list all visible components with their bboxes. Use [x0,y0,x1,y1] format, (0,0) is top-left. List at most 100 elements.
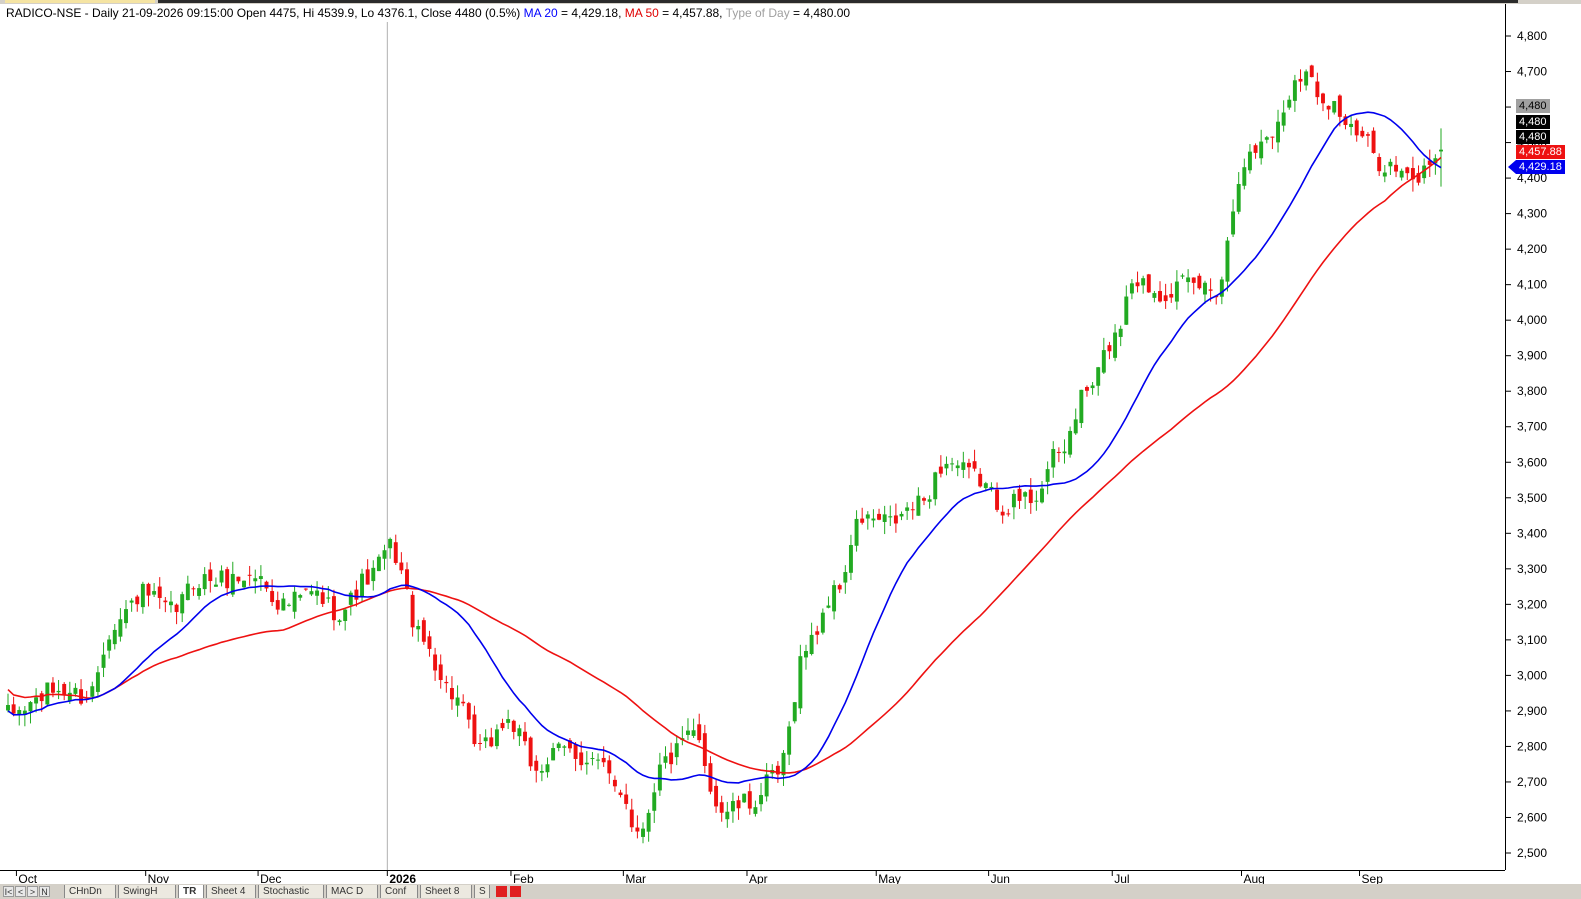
candle-body [1242,167,1247,186]
candle [247,565,252,586]
candle [680,726,685,746]
candle-body [326,597,331,599]
candle-body [618,792,623,796]
candle-body [1146,274,1151,293]
candle-body [1034,500,1039,502]
candle [753,800,758,817]
sheet-nav-button[interactable]: N [39,886,50,897]
candle-body [753,807,758,814]
candle [933,471,938,506]
price-tick-label: 2,600 [1517,810,1547,824]
sheet-tab[interactable]: Conf [380,885,418,898]
candle [652,783,657,823]
candle [674,735,679,766]
candle-body [938,466,943,474]
candle [1040,481,1044,504]
candle-body [944,463,949,469]
window-tab-active[interactable] [5,0,155,3]
sheet-tab[interactable]: CHnDn [64,885,116,898]
candle-body [354,589,359,600]
candle-body [601,757,606,763]
candle-body [865,514,870,519]
sheet-tab[interactable]: Stochastic [258,885,324,898]
candle [213,577,218,587]
candle-body [461,701,466,704]
candle [1439,128,1443,187]
candle [1152,290,1157,303]
candle-body [511,720,516,732]
candle-body [719,802,724,813]
candle [1405,166,1410,180]
candle-body [1169,294,1174,298]
candle [1073,408,1078,435]
time-tick-label: Feb [513,872,534,884]
candle-body [365,569,370,585]
candle-body [1084,386,1089,391]
candle [798,644,803,715]
candle [118,608,123,642]
candle-body [933,472,938,500]
candle [955,460,960,477]
time-tick-label: Dec [260,872,281,884]
candle [17,706,22,726]
candle-body [281,598,286,611]
time-tick-label: 2026 [389,872,416,884]
candle [804,644,808,670]
candle [1163,283,1168,309]
candle [629,798,634,832]
candle [511,719,516,740]
candle [281,592,286,611]
candle [1332,100,1337,115]
sheet-nav-button[interactable]: > [27,886,38,897]
candle [101,642,106,678]
candle [523,722,527,746]
candle [376,554,381,572]
candle [860,507,865,525]
candle [163,597,168,613]
candle-body [1062,451,1067,454]
candle [871,509,876,528]
candle [590,751,595,766]
candle [938,455,943,478]
candle-body [34,697,39,704]
candle [444,675,449,693]
candle-body [101,654,106,668]
candle-body [1365,134,1370,136]
candle-body [489,737,494,747]
sheet-action-icon[interactable] [510,886,521,897]
sheet-tab[interactable]: MAC D [326,885,378,898]
candlestick-chart[interactable]: 2,500 2,600 2,700 2,800 2,900 3,000 3,100 3,200… [0,4,1581,884]
candle-body [1382,172,1387,177]
candle-body [494,729,499,747]
candle [657,752,662,796]
candle [146,582,151,607]
candle [438,654,443,689]
candle-body [388,538,393,549]
candle-body [1118,328,1123,337]
candle [157,577,162,609]
price-tick-label: 3,200 [1517,597,1547,611]
sheet-nav-button[interactable]: < [15,886,26,897]
ma20-legend-label: MA 20 [523,6,558,20]
candle [202,567,207,596]
candle-body [1231,211,1236,235]
sheet-tab[interactable]: SwingH [118,885,176,898]
candle [826,596,831,609]
sheet-tab[interactable]: Sheet 4 [206,885,256,898]
candle-body [798,656,803,709]
candle [635,815,640,839]
candle [1382,165,1387,183]
sheet-tab[interactable]: Sheet 8 [420,885,472,898]
candle-body [837,585,842,590]
sheet-tab[interactable]: TR [178,885,204,898]
candle-body [1000,511,1005,516]
candle-body [152,591,157,595]
sheet-action-icon[interactable] [496,886,507,897]
candle [1231,199,1236,238]
sheet-tab[interactable]: S [474,885,490,898]
candle-body [1197,275,1202,289]
window-tab-strip [158,0,1518,3]
candle-body [1129,283,1134,294]
candle [961,451,966,479]
sheet-nav-button[interactable]: I< [3,886,14,897]
